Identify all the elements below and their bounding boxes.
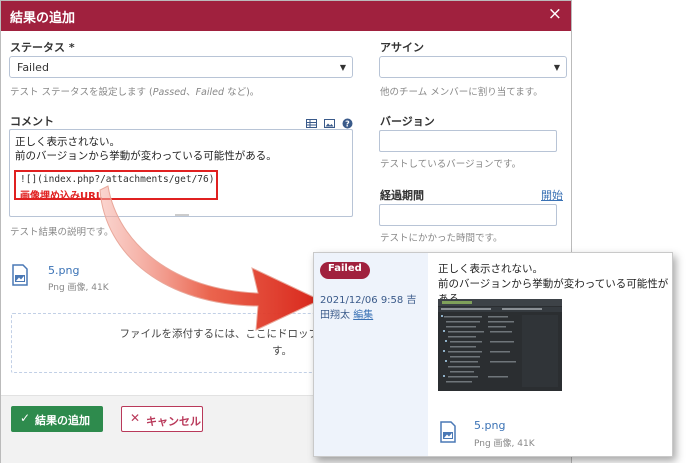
preview-user: 田翔太: [320, 310, 350, 321]
image-file-icon: [440, 421, 456, 443]
embedded-image-thumbnail[interactable]: [438, 299, 562, 391]
preview-meta-column: Failed 2021/12/06 9:58 吉 田翔太 編集: [314, 253, 428, 456]
result-preview-panel: Failed 2021/12/06 9:58 吉 田翔太 編集 正しく表示されな…: [313, 252, 673, 457]
preview-line-1: 正しく表示されない。: [438, 263, 543, 275]
preview-attachment-name[interactable]: 5.png: [474, 419, 505, 432]
screenshot-stage: 結果の追加 × ステータス * Failed ▼ テスト ステータスを設定します…: [0, 0, 686, 463]
edit-link[interactable]: 編集: [353, 310, 373, 321]
preview-date: 2021/12/06 9:58 吉: [320, 295, 417, 306]
preview-attachment-meta: Png 画像, 41K: [474, 439, 535, 449]
status-badge: Failed: [320, 262, 370, 279]
screenshot-thumbnail-graphic: [438, 299, 562, 391]
preview-meta: 2021/12/06 9:58 吉 田翔太 編集: [320, 293, 424, 323]
